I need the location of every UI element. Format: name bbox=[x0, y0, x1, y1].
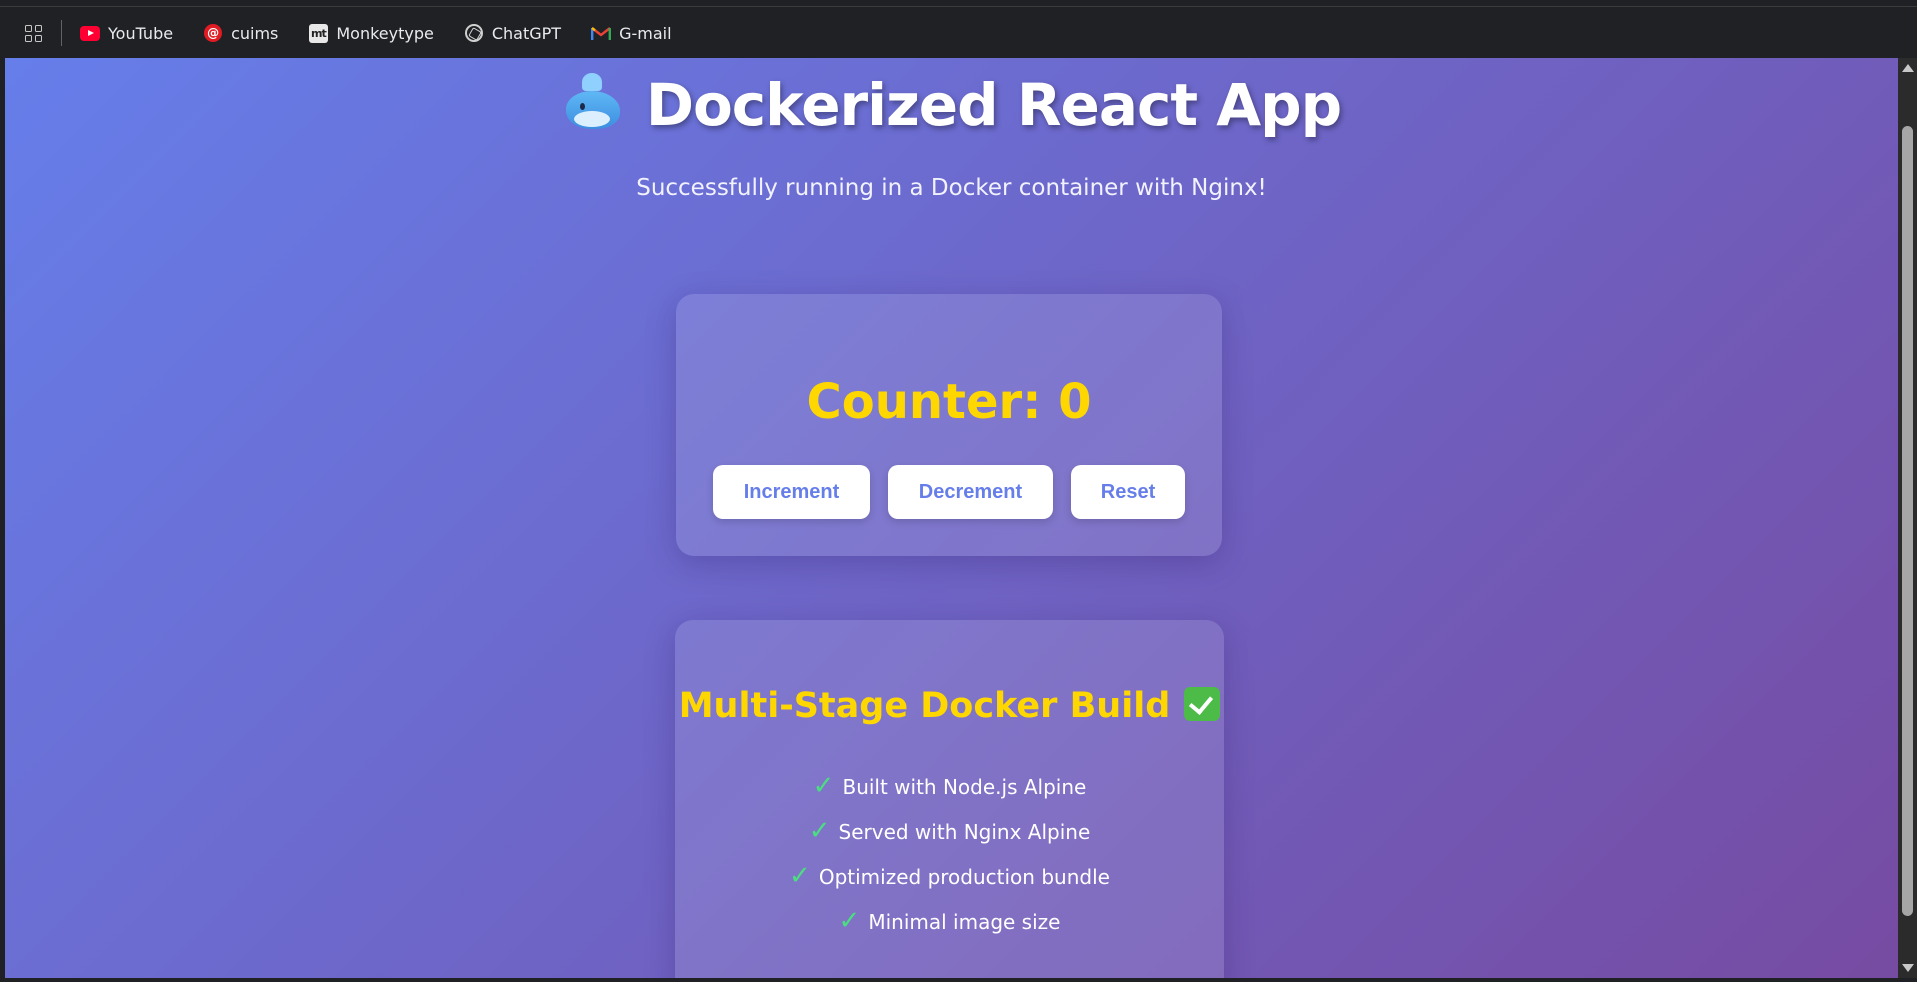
cuims-icon: @ bbox=[203, 23, 223, 43]
youtube-icon bbox=[80, 23, 100, 43]
feature-text: Optimized production bundle bbox=[818, 865, 1110, 889]
check-icon: ✓ bbox=[808, 816, 831, 846]
increment-button[interactable]: Increment bbox=[713, 465, 870, 519]
whale-spouting-icon bbox=[562, 73, 624, 131]
bookmark-label: YouTube bbox=[108, 23, 174, 43]
page-title: Dockerized React App bbox=[5, 72, 1898, 139]
scrollbar-thumb[interactable] bbox=[1902, 126, 1913, 916]
bookmark-monkeytype[interactable]: mt Monkeytype bbox=[308, 16, 445, 50]
page-title-text: Dockerized React App bbox=[645, 71, 1342, 139]
scroll-up-arrow-icon[interactable] bbox=[1902, 64, 1914, 72]
page-viewport: Dockerized React App Successfully runnin… bbox=[5, 58, 1898, 978]
feature-text: Served with Nginx Alpine bbox=[838, 820, 1091, 844]
list-item: ✓ Served with Nginx Alpine bbox=[675, 809, 1224, 854]
bookmark-youtube[interactable]: YouTube bbox=[80, 16, 185, 50]
bookmark-label: ChatGPT bbox=[491, 23, 562, 43]
scroll-down-arrow-icon[interactable] bbox=[1902, 964, 1914, 972]
window-bottom-border bbox=[0, 978, 1917, 982]
check-icon: ✓ bbox=[812, 771, 835, 801]
decrement-button[interactable]: Decrement bbox=[888, 465, 1053, 519]
bookmarks-bar: YouTube @ cuims mt Monkeytype ChatGPT G-… bbox=[0, 8, 1917, 58]
chatgpt-icon bbox=[464, 23, 484, 43]
counter-display: Counter: 0 bbox=[806, 374, 1092, 430]
reset-button[interactable]: Reset bbox=[1071, 465, 1185, 519]
check-icon: ✓ bbox=[789, 861, 811, 891]
feature-text: Built with Node.js Alpine bbox=[842, 775, 1087, 799]
feature-text: Minimal image size bbox=[868, 910, 1061, 934]
bookmark-chatgpt[interactable]: ChatGPT bbox=[464, 16, 573, 50]
bookmark-gmail[interactable]: G-mail bbox=[591, 16, 683, 50]
counter-card: Counter: 0 Increment Decrement Reset bbox=[676, 294, 1222, 556]
gmail-icon bbox=[591, 23, 612, 43]
apps-grid-icon[interactable] bbox=[22, 22, 44, 44]
list-item: ✓ Optimized production bundle bbox=[675, 854, 1224, 899]
bookmark-cuims[interactable]: @ cuims bbox=[203, 16, 290, 50]
build-info-card: Multi-Stage Docker Build ✓ Built with Nod… bbox=[675, 620, 1224, 978]
build-title-text: Multi-Stage Docker Build bbox=[678, 686, 1171, 726]
build-title: Multi-Stage Docker Build bbox=[675, 686, 1224, 726]
counter-button-row: Increment Decrement Reset bbox=[676, 465, 1222, 519]
page-header: Dockerized React App Successfully runnin… bbox=[5, 72, 1898, 201]
bookmark-label: G-mail bbox=[619, 23, 672, 43]
bookmarks-divider bbox=[61, 20, 62, 46]
bookmark-label: cuims bbox=[231, 23, 279, 43]
monkeytype-icon: mt bbox=[308, 23, 328, 43]
page-subtitle: Successfully running in a Docker contain… bbox=[636, 174, 1267, 201]
vertical-scrollbar[interactable] bbox=[1898, 58, 1917, 978]
check-mark-button-icon bbox=[1184, 687, 1221, 721]
window-top-edge bbox=[0, 0, 1917, 7]
bookmark-label: Monkeytype bbox=[336, 23, 434, 43]
browser-window: YouTube @ cuims mt Monkeytype ChatGPT G-… bbox=[0, 0, 1917, 982]
list-item: ✓ Built with Node.js Alpine bbox=[675, 764, 1224, 809]
feature-list: ✓ Built with Node.js Alpine ✓ Served with … bbox=[675, 764, 1224, 944]
check-icon: ✓ bbox=[838, 906, 861, 936]
list-item: ✓ Minimal image size bbox=[675, 899, 1224, 944]
